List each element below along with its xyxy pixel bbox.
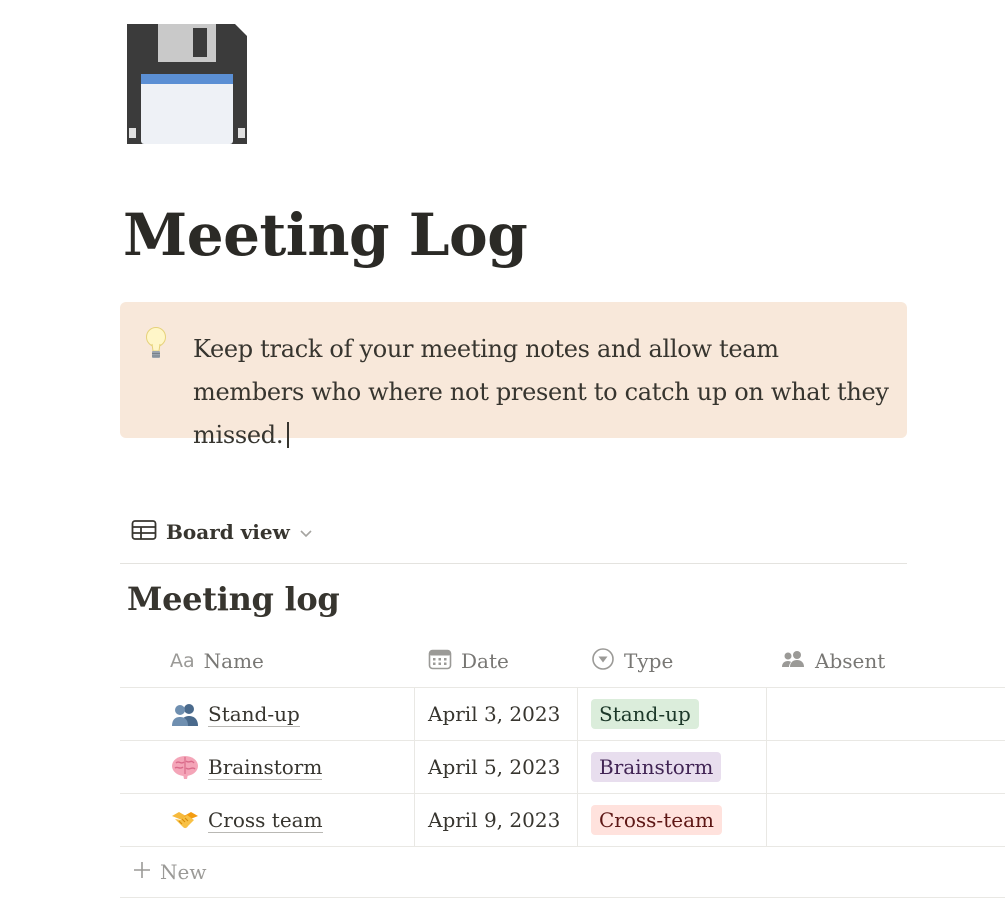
- page-title[interactable]: Meeting Log: [123, 203, 528, 268]
- plus-icon: [132, 860, 152, 885]
- text-aa-icon: Aa: [170, 650, 195, 672]
- column-separator: [766, 741, 767, 793]
- cell-type[interactable]: Brainstorm: [591, 741, 722, 793]
- brain-icon: [170, 752, 200, 782]
- row-name-link[interactable]: Stand-up: [208, 702, 300, 727]
- table-row[interactable]: Stand-up April 3, 2023 Stand-up: [120, 688, 1005, 741]
- callout-text[interactable]: Keep track of your meeting notes and all…: [193, 328, 893, 457]
- database-table: Aa Name Date Type Absent Stand-up April …: [120, 635, 1005, 898]
- lightbulb-icon[interactable]: [145, 326, 167, 362]
- column-header-type[interactable]: Type: [591, 635, 673, 687]
- type-tag: Cross-team: [591, 805, 722, 835]
- column-label: Type: [624, 649, 674, 673]
- cell-type[interactable]: Stand-up: [591, 688, 699, 740]
- text-cursor: [287, 422, 290, 448]
- cell-name[interactable]: Stand-up: [170, 688, 300, 740]
- busts-in-silhouette-icon: [170, 699, 200, 729]
- new-row-button[interactable]: New: [120, 847, 1005, 898]
- column-separator: [414, 688, 415, 740]
- select-icon: [591, 647, 615, 676]
- cell-name[interactable]: Cross team: [170, 794, 323, 846]
- view-label: Board view: [166, 520, 290, 544]
- cell-date[interactable]: April 5, 2023: [428, 741, 560, 793]
- type-tag: Stand-up: [591, 699, 699, 729]
- column-separator: [577, 741, 578, 793]
- column-separator: [766, 688, 767, 740]
- cell-date[interactable]: April 9, 2023: [428, 794, 560, 846]
- chevron-down-icon[interactable]: [299, 523, 313, 542]
- callout-block[interactable]: Keep track of your meeting notes and all…: [120, 302, 907, 449]
- column-label: Name: [203, 649, 264, 673]
- table-header: Aa Name Date Type Absent: [120, 635, 1005, 688]
- column-label: Date: [461, 649, 509, 673]
- cell-type[interactable]: Cross-team: [591, 794, 722, 846]
- row-name-link[interactable]: Brainstorm: [208, 755, 323, 780]
- table-row[interactable]: Brainstorm April 5, 2023 Brainstorm: [120, 741, 1005, 794]
- table-icon: [131, 519, 157, 545]
- column-separator: [766, 794, 767, 846]
- cell-date[interactable]: April 3, 2023: [428, 688, 560, 740]
- column-separator: [577, 688, 578, 740]
- divider: [120, 563, 907, 564]
- column-header-date[interactable]: Date: [428, 635, 509, 687]
- column-separator: [414, 794, 415, 846]
- floppy-disk-icon[interactable]: [125, 22, 249, 146]
- row-name-link[interactable]: Cross team: [208, 808, 323, 833]
- people-icon: [780, 649, 806, 674]
- board-view-tab[interactable]: Board view: [131, 517, 313, 547]
- calendar-icon: [428, 648, 452, 675]
- column-header-name[interactable]: Aa Name: [170, 635, 264, 687]
- column-separator: [414, 741, 415, 793]
- type-tag: Brainstorm: [591, 752, 722, 782]
- column-header-absent[interactable]: Absent: [780, 635, 885, 687]
- cell-name[interactable]: Brainstorm: [170, 741, 323, 793]
- new-label: New: [160, 860, 207, 884]
- handshake-icon: [170, 805, 200, 835]
- column-separator: [577, 794, 578, 846]
- column-label: Absent: [815, 649, 886, 673]
- table-row[interactable]: Cross team April 9, 2023 Cross-team: [120, 794, 1005, 847]
- database-title[interactable]: Meeting log: [127, 580, 340, 618]
